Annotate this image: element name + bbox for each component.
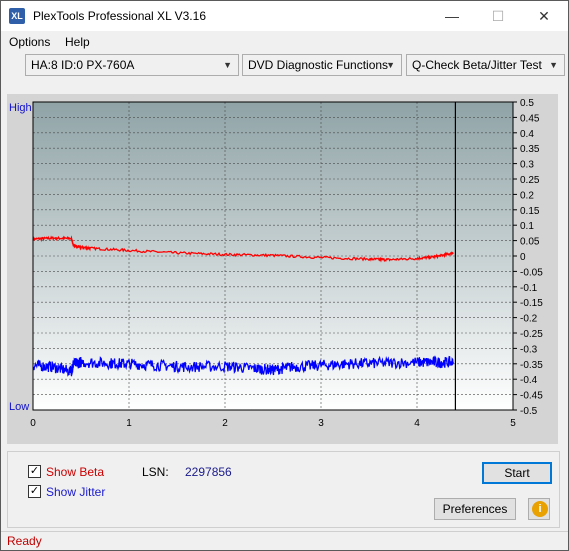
y-tick-label: -0.3	[520, 344, 538, 355]
y-tick-label: 0.15	[520, 206, 540, 217]
chevron-down-icon: ▼	[386, 60, 395, 70]
window-title: PlexTools Professional XL V3.16	[33, 9, 206, 23]
show-beta-label[interactable]: Show Beta	[46, 465, 104, 479]
chevron-down-icon: ▼	[549, 60, 558, 70]
info-icon: i	[532, 501, 548, 517]
y-tick-label: 0.35	[520, 144, 540, 155]
options-panel: ✓ Show Beta ✓ Show Jitter LSN: 2297856 S…	[7, 451, 560, 528]
y-tick-label: 0	[520, 252, 526, 263]
x-tick-label: 5	[510, 418, 516, 429]
y-tick-label: 0.45	[520, 113, 540, 124]
app-logo-icon: XL	[9, 8, 25, 24]
y-tick-label: -0.2	[520, 314, 538, 325]
maximize-icon: ☐	[491, 8, 505, 24]
function-select[interactable]: DVD Diagnostic Functions ▼	[242, 54, 402, 76]
chart-svg: 0.5 0.45 0.4 0.35 0.3 0.25 0.2 0.15 0.1 0.05 0 -0.0…	[30, 98, 543, 429]
x-tick-label: 0	[30, 418, 36, 429]
minimize-button[interactable]: —	[429, 1, 475, 31]
y-tick-label: 0.3	[520, 160, 534, 171]
x-tick-label: 2	[222, 418, 228, 429]
y-tick-label: 0.4	[520, 129, 534, 140]
y-tick-label: 0.2	[520, 190, 534, 201]
y-tick-label: -0.15	[520, 298, 543, 309]
x-tick-label: 1	[126, 418, 132, 429]
start-button[interactable]: Start	[482, 462, 552, 484]
test-select[interactable]: Q-Check Beta/Jitter Test ▼	[406, 54, 565, 76]
title-bar: XL PlexTools Professional XL V3.16 — ☐ ✕	[1, 1, 568, 31]
y-tick-label: 0.1	[520, 221, 534, 232]
y-tick-label: -0.1	[520, 283, 538, 294]
function-select-value: DVD Diagnostic Functions	[248, 58, 389, 72]
y-tick-label: -0.35	[520, 360, 543, 371]
y-tick-label: 0.05	[520, 237, 540, 248]
app-window: XL PlexTools Professional XL V3.16 — ☐ ✕…	[0, 0, 569, 551]
beta-jitter-chart: 0.5 0.45 0.4 0.35 0.3 0.25 0.2 0.15 0.1 0.05 0 -0.0…	[7, 94, 558, 444]
drive-select[interactable]: HA:8 ID:0 PX-760A ▼	[25, 54, 239, 76]
lsn-label: LSN:	[142, 465, 169, 479]
y-tick-label: -0.4	[520, 375, 538, 386]
x-tick-label: 3	[318, 418, 324, 429]
close-button[interactable]: ✕	[521, 1, 567, 31]
menu-help[interactable]: Help	[65, 35, 90, 49]
status-text: Ready	[7, 534, 42, 548]
axis-high-label: High	[9, 102, 32, 114]
y-tick-label: 0.5	[520, 98, 534, 109]
status-bar: Ready	[1, 531, 568, 551]
close-icon: ✕	[538, 8, 550, 24]
minimize-icon: —	[445, 8, 459, 24]
lsn-value: 2297856	[185, 465, 232, 479]
y-tick-label: -0.05	[520, 267, 543, 278]
menu-bar: Options Help	[1, 32, 568, 52]
y-tick-label: 0.25	[520, 175, 540, 186]
axis-low-label: Low	[9, 401, 30, 413]
y-tick-label: -0.45	[520, 391, 543, 402]
y-tick-label: -0.5	[520, 406, 538, 417]
menu-options[interactable]: Options	[9, 35, 50, 49]
maximize-button[interactable]: ☐	[475, 1, 521, 31]
preferences-button[interactable]: Preferences	[434, 498, 516, 520]
test-select-value: Q-Check Beta/Jitter Test	[412, 58, 542, 72]
y-tick-label: -0.25	[520, 329, 543, 340]
info-button[interactable]: i	[528, 498, 550, 520]
show-jitter-checkbox[interactable]: ✓	[28, 485, 41, 498]
show-jitter-label[interactable]: Show Jitter	[46, 485, 105, 499]
chevron-down-icon: ▼	[223, 60, 232, 70]
x-tick-label: 4	[414, 418, 420, 429]
drive-select-value: HA:8 ID:0 PX-760A	[31, 58, 135, 72]
show-beta-checkbox[interactable]: ✓	[28, 465, 41, 478]
